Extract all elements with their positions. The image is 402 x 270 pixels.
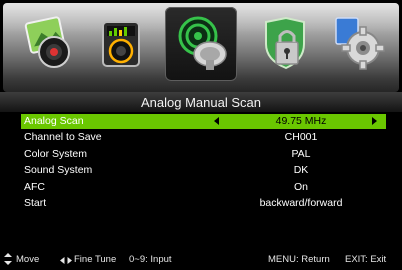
- row-value: DK: [293, 164, 309, 176]
- row-value: PAL: [291, 148, 311, 160]
- up-down-arrows-icon: [4, 253, 12, 268]
- left-arrow-icon[interactable]: [214, 117, 219, 125]
- row-start[interactable]: Start backward/forward: [21, 196, 386, 211]
- row-color-system[interactable]: Color System PAL: [21, 147, 386, 162]
- left-right-arrows-icon: [60, 256, 72, 267]
- row-value: On: [293, 181, 308, 193]
- row-value: 49.75 MHz: [275, 115, 327, 127]
- row-label: Sound System: [24, 164, 93, 176]
- channel-icon[interactable]: [172, 12, 232, 74]
- page-title: Analog Manual Scan: [141, 95, 261, 110]
- help-fine-tune: Fine Tune: [74, 254, 117, 265]
- row-afc[interactable]: AFC On: [21, 180, 386, 195]
- row-label: Color System: [24, 148, 88, 160]
- row-sound-system[interactable]: Sound System DK: [21, 163, 386, 178]
- picture-icon[interactable]: [20, 14, 78, 72]
- row-analog-scan[interactable]: Analog Scan 49.75 MHz: [21, 114, 386, 129]
- row-label: Analog Scan: [24, 115, 84, 127]
- setup-icon[interactable]: [330, 14, 388, 72]
- tv-osd-screen: Analog Manual Scan Analog Scan 49.75 MHz…: [0, 0, 402, 270]
- help-exit: EXIT: Exit: [345, 254, 387, 265]
- row-channel-to-save[interactable]: Channel to Save CH001: [21, 130, 386, 145]
- row-label: Start: [24, 197, 47, 209]
- row-label: Channel to Save: [24, 131, 102, 143]
- lock-icon[interactable]: [256, 14, 314, 72]
- row-value: CH001: [284, 131, 318, 143]
- row-value: backward/forward: [259, 197, 343, 209]
- help-move: Move: [16, 254, 40, 265]
- help-input: 0~9: Input: [129, 254, 172, 265]
- right-arrow-icon[interactable]: [372, 117, 377, 125]
- sound-icon[interactable]: [95, 14, 153, 72]
- help-menu-return: MENU: Return: [268, 254, 330, 265]
- row-label: AFC: [24, 181, 45, 193]
